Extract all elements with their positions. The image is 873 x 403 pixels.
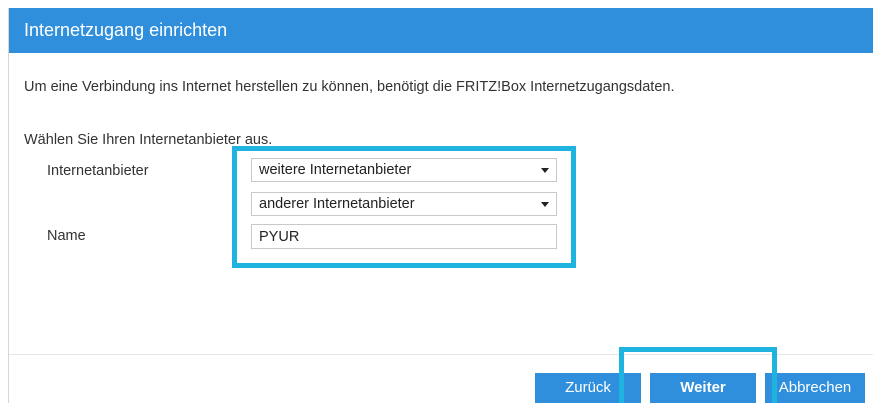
intro-text: Um eine Verbindung ins Internet herstell… [24,79,675,95]
cancel-button[interactable]: Abbrechen [765,373,865,403]
name-label: Name [47,228,86,244]
dialog-title: Internetzugang einrichten [24,20,228,40]
provider-highlight-box [232,146,576,268]
next-highlight-box [619,347,777,403]
dialog-frame: Internetzugang einrichten Um eine Verbin… [8,8,873,403]
dialog-header: Internetzugang einrichten [9,8,873,53]
provider-label: Internetanbieter [47,163,149,179]
